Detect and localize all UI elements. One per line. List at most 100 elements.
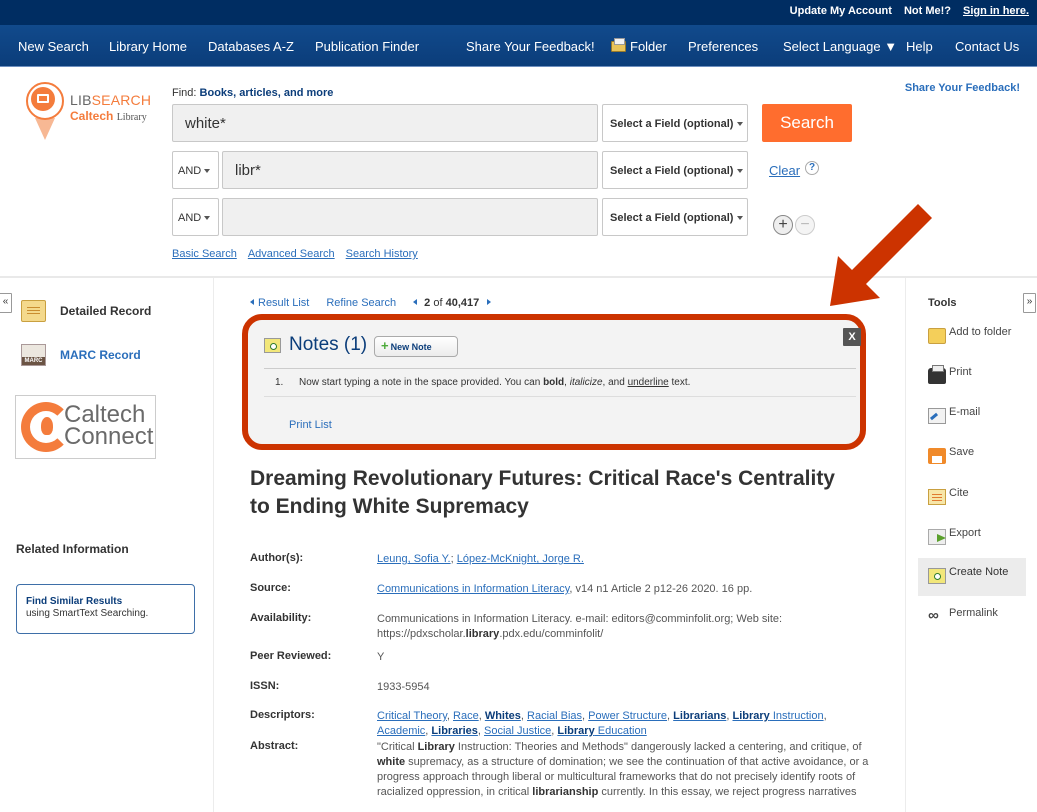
note-text-c: , and	[602, 377, 628, 388]
help-icon[interactable]: ?	[805, 161, 819, 175]
descriptor-link[interactable]: Whites	[485, 710, 521, 722]
nav-publication-finder[interactable]: Publication Finder	[315, 39, 419, 54]
print-list-link[interactable]: Print List	[289, 419, 332, 431]
descriptor-link[interactable]: Librarians	[673, 710, 726, 722]
tool-label: Save	[949, 446, 975, 458]
prev-result-icon[interactable]	[413, 299, 418, 305]
share-feedback-link[interactable]: Share Your Feedback!	[905, 82, 1020, 94]
tool-print[interactable]: Print	[918, 358, 1026, 396]
nav-contact-us[interactable]: Contact Us	[955, 39, 1019, 54]
tool-permalink[interactable]: ∞ Permalink	[918, 599, 1026, 637]
collapse-left-button[interactable]: «	[0, 293, 12, 313]
nav-library-home[interactable]: Library Home	[109, 39, 187, 54]
tool-save[interactable]: Save	[918, 438, 1026, 476]
logo-brand: LIBSEARCH	[70, 92, 151, 108]
tool-export[interactable]: Export	[918, 519, 1026, 557]
detailed-record-label: Detailed Record	[60, 304, 152, 318]
right-column-divider	[905, 278, 906, 812]
new-note-button[interactable]: + New Note	[374, 336, 458, 357]
note-text-a: Now start typing a note in the space pro…	[299, 377, 544, 388]
related-information-heading: Related Information	[16, 542, 129, 556]
search-input-3[interactable]	[222, 198, 598, 236]
account-links: Update My Account Not Me!? Sign in here.	[790, 5, 1029, 17]
descriptor-link[interactable]: Social Justice	[484, 725, 551, 737]
search-input-2[interactable]: libr*	[222, 151, 598, 189]
remove-row-icon[interactable]: −	[795, 215, 815, 235]
search-input-1[interactable]: white*	[172, 104, 598, 142]
search-history-link[interactable]: Search History	[346, 248, 418, 260]
tool-cite[interactable]: Cite	[918, 479, 1026, 517]
basic-search-link[interactable]: Basic Search	[172, 248, 237, 260]
printer-icon	[928, 365, 946, 384]
tools-heading: Tools	[928, 297, 957, 309]
boolean-select-3[interactable]: AND	[172, 198, 219, 236]
plus-icon: +	[381, 338, 389, 353]
search-links: Basic Search Advanced Search Search Hist…	[172, 248, 418, 260]
source-value: Communications in Information Literacy, …	[377, 582, 877, 597]
descriptor-link[interactable]: Libraries	[431, 725, 477, 737]
search-button[interactable]: Search	[762, 104, 852, 142]
descriptor-link[interactable]: Library Instruction	[732, 710, 823, 722]
nav-help[interactable]: Help	[906, 39, 933, 54]
refine-search-link[interactable]: Refine Search	[326, 297, 396, 309]
field-select-2[interactable]: Select a Field (optional)	[602, 151, 748, 189]
nav-select-language[interactable]: Select Language ▼	[783, 39, 897, 54]
find-prefix: Find:	[172, 87, 197, 99]
authors-label: Author(s):	[250, 552, 304, 564]
logo-brand-a: LIB	[70, 92, 92, 108]
sign-in-link[interactable]: Sign in here.	[963, 5, 1029, 17]
note-icon	[928, 568, 946, 584]
author-link[interactable]: López-McKnight, Jorge R.	[457, 553, 584, 565]
descriptor-link[interactable]: Race	[453, 710, 479, 722]
detailed-record-link[interactable]: Detailed Record	[21, 300, 151, 322]
descriptor-link[interactable]: Critical Theory	[377, 710, 447, 722]
nav-new-search[interactable]: New Search	[18, 39, 89, 54]
logo-pin-tail	[35, 118, 55, 140]
field-select-1[interactable]: Select a Field (optional)	[602, 104, 748, 142]
advanced-search-link[interactable]: Advanced Search	[248, 248, 335, 260]
notes-divider-bottom	[264, 396, 856, 397]
note-text-bold: bold	[543, 377, 565, 388]
boolean-select-2[interactable]: AND	[172, 151, 219, 189]
add-row-icon[interactable]: +	[773, 215, 793, 235]
nav-share-feedback[interactable]: Share Your Feedback!	[466, 39, 595, 54]
tool-add-to-folder[interactable]: Add to folder	[918, 318, 1026, 356]
descriptor-link[interactable]: Academic	[377, 725, 425, 737]
result-list-link[interactable]: Result List	[250, 297, 309, 309]
libsearch-logo[interactable]: LIBSEARCH Caltech Library	[22, 82, 152, 144]
descriptors-value: Critical Theory, Race, Whites, Racial Bi…	[377, 710, 827, 737]
descriptor-link[interactable]: Racial Bias	[527, 710, 582, 722]
expand-right-button[interactable]: »	[1023, 293, 1036, 313]
tool-create-note[interactable]: Create Note	[918, 558, 1026, 596]
marc-record-link[interactable]: MARC Record	[21, 344, 141, 366]
note-item[interactable]: 1. Now start typing a note in the space p…	[275, 377, 690, 388]
find-similar-results-box[interactable]: Find Similar Results using SmartText Sea…	[16, 584, 195, 634]
close-notes-button[interactable]: X	[843, 328, 861, 346]
abstract-highlight: Library	[417, 741, 455, 753]
abstract-label: Abstract:	[250, 740, 299, 752]
tool-email[interactable]: E-mail	[918, 398, 1026, 436]
main-nav: New Search Library Home Databases A-Z Pu…	[0, 25, 1037, 67]
nav-folder[interactable]: Folder	[611, 38, 667, 54]
descriptor-link[interactable]: Library Education	[557, 725, 646, 737]
abstract-highlight: librarianship	[532, 786, 599, 798]
save-icon	[928, 448, 946, 464]
next-result-icon[interactable]	[487, 299, 492, 305]
logo-sub-a: Caltech	[70, 109, 114, 123]
descriptor-link[interactable]: Power Structure	[588, 710, 667, 722]
cite-icon	[928, 489, 946, 505]
descriptors-label: Descriptors:	[250, 709, 315, 721]
update-account-link[interactable]: Update My Account	[790, 5, 892, 17]
field-select-3[interactable]: Select a Field (optional)	[602, 198, 748, 236]
author-link[interactable]: Leung, Sofia Y.	[377, 553, 451, 565]
source-link[interactable]: Communications in Information Literacy	[377, 583, 569, 595]
left-column-divider	[213, 278, 214, 812]
result-list-label: Result List	[258, 297, 310, 309]
nav-preferences[interactable]: Preferences	[688, 39, 758, 54]
availability-value: Communications in Information Literacy. …	[377, 612, 877, 642]
nav-databases-az[interactable]: Databases A-Z	[208, 39, 294, 54]
link-icon: ∞	[928, 607, 939, 624]
caltech-connect-logo[interactable]: Caltech Connect	[15, 395, 156, 459]
source-label: Source:	[250, 582, 291, 594]
clear-link[interactable]: Clear	[769, 163, 800, 178]
